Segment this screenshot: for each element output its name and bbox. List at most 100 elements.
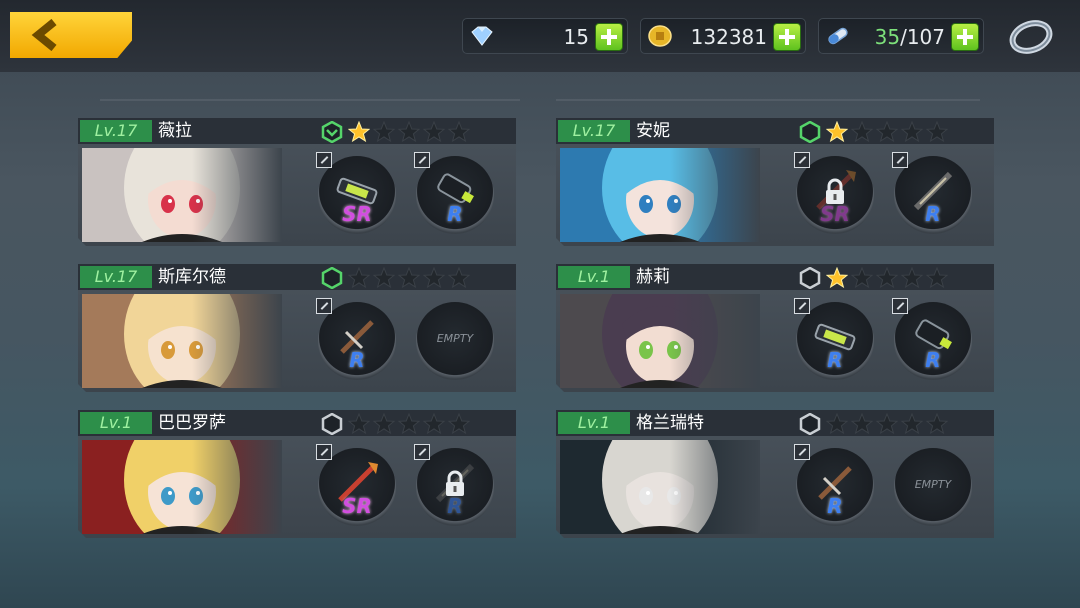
rank-hexagon-icon	[321, 413, 343, 435]
edit-icon[interactable]	[794, 298, 810, 314]
weapon-slot[interactable]: EMPTY	[894, 448, 972, 526]
back-arrow-icon	[31, 19, 57, 51]
rank-hexagon-icon	[321, 121, 343, 143]
star-empty-icon	[926, 413, 948, 435]
star-empty-icon	[348, 413, 370, 435]
edit-icon[interactable]	[316, 298, 332, 314]
edit-icon[interactable]	[414, 444, 430, 460]
star-empty-icon	[373, 413, 395, 435]
weapon-slot[interactable]: SR	[794, 152, 874, 234]
star-empty-icon	[901, 121, 923, 143]
portrait-illustration	[82, 148, 282, 242]
empty-slot-label: EMPTY	[436, 332, 474, 345]
divider-left	[100, 99, 520, 101]
portrait-illustration	[82, 440, 282, 534]
edit-icon[interactable]	[316, 152, 332, 168]
add-gems-button[interactable]	[595, 23, 623, 51]
star-empty-icon	[373, 121, 395, 143]
character-name: 巴巴罗萨	[158, 413, 226, 433]
lock-icon	[826, 178, 844, 204]
character-portrait[interactable]	[560, 440, 760, 534]
star-filled-icon	[826, 267, 848, 289]
star-empty-icon	[423, 413, 445, 435]
rarity-label: R	[827, 494, 843, 518]
star-empty-icon	[448, 413, 470, 435]
weapon-slot[interactable]: R	[794, 444, 874, 526]
edit-icon[interactable]	[794, 152, 810, 168]
ring-icon[interactable]	[1006, 16, 1056, 56]
character-card[interactable]: Lv.1 巴巴罗萨 SR R	[78, 410, 516, 538]
rarity-label: R	[925, 202, 941, 226]
portrait-illustration	[560, 294, 760, 388]
gems-counter: 15	[462, 18, 628, 54]
rarity-label: R	[447, 202, 463, 226]
rank-hexagon-icon	[799, 267, 821, 289]
star-empty-icon	[876, 413, 898, 435]
divider-right	[556, 99, 980, 101]
character-portrait[interactable]	[82, 294, 282, 388]
rarity-label: R	[349, 348, 365, 372]
character-name: 格兰瑞特	[636, 413, 704, 433]
star-rating	[826, 413, 951, 435]
weapon-slot[interactable]: EMPTY	[416, 302, 494, 380]
weapon-slot[interactable]: R	[414, 444, 494, 526]
character-name: 斯库尔德	[158, 267, 226, 287]
empty-slot-label: EMPTY	[914, 478, 952, 491]
rarity-label: SR	[342, 494, 372, 518]
edit-icon[interactable]	[892, 152, 908, 168]
edit-icon[interactable]	[316, 444, 332, 460]
stamina-counter: 35/107	[818, 18, 984, 54]
level-badge: Lv.17	[80, 266, 152, 288]
add-gold-button[interactable]	[773, 23, 801, 51]
level-badge: Lv.17	[80, 120, 152, 142]
weapon-slot[interactable]: R	[794, 298, 874, 380]
weapon-slot[interactable]: SR	[316, 444, 396, 526]
rarity-label: R	[827, 348, 843, 372]
level-badge: Lv.1	[558, 266, 630, 288]
edit-icon[interactable]	[794, 444, 810, 460]
character-portrait[interactable]	[82, 148, 282, 242]
level-badge: Lv.1	[558, 412, 630, 434]
edit-icon[interactable]	[892, 298, 908, 314]
add-stamina-button[interactable]	[951, 23, 979, 51]
character-card[interactable]: Lv.17 斯库尔德 R EMPTY	[78, 264, 516, 392]
portrait-illustration	[82, 294, 282, 388]
rarity-label: R	[925, 348, 941, 372]
back-button[interactable]	[10, 12, 132, 58]
lock-icon	[446, 470, 464, 496]
star-empty-icon	[926, 121, 948, 143]
character-portrait[interactable]	[560, 148, 760, 242]
rank-hexagon-icon	[799, 121, 821, 143]
weapon-slot[interactable]: R	[414, 152, 494, 234]
star-empty-icon	[398, 267, 420, 289]
star-empty-icon	[876, 121, 898, 143]
portrait-illustration	[560, 148, 760, 242]
character-card[interactable]: Lv.1 赫莉 R R	[556, 264, 994, 392]
rank-hexagon-icon	[799, 413, 821, 435]
star-empty-icon	[901, 267, 923, 289]
weapon-slot[interactable]: R	[892, 298, 972, 380]
stamina-capsule-icon	[828, 27, 848, 45]
character-portrait[interactable]	[560, 294, 760, 388]
portrait-illustration	[560, 440, 760, 534]
star-filled-icon	[348, 121, 370, 143]
level-badge: Lv.17	[558, 120, 630, 142]
weapon-slot[interactable]: R	[892, 152, 972, 234]
star-empty-icon	[398, 121, 420, 143]
star-empty-icon	[423, 121, 445, 143]
weapon-slot[interactable]: SR	[316, 152, 396, 234]
character-portrait[interactable]	[82, 440, 282, 534]
weapon-slot[interactable]: R	[316, 298, 396, 380]
character-card[interactable]: Lv.17 安妮 SR R	[556, 118, 994, 246]
rank-hexagon-icon	[321, 267, 343, 289]
level-badge: Lv.1	[80, 412, 152, 434]
star-empty-icon	[851, 413, 873, 435]
character-card[interactable]: Lv.17 薇拉 SR R	[78, 118, 516, 246]
character-card[interactable]: Lv.1 格兰瑞特 R EMPTY	[556, 410, 994, 538]
star-empty-icon	[448, 267, 470, 289]
star-empty-icon	[876, 267, 898, 289]
edit-icon[interactable]	[414, 152, 430, 168]
rarity-label: SR	[342, 202, 372, 226]
gems-value: 15	[563, 25, 589, 49]
top-bar: 15 132381 35/107	[0, 0, 1080, 72]
